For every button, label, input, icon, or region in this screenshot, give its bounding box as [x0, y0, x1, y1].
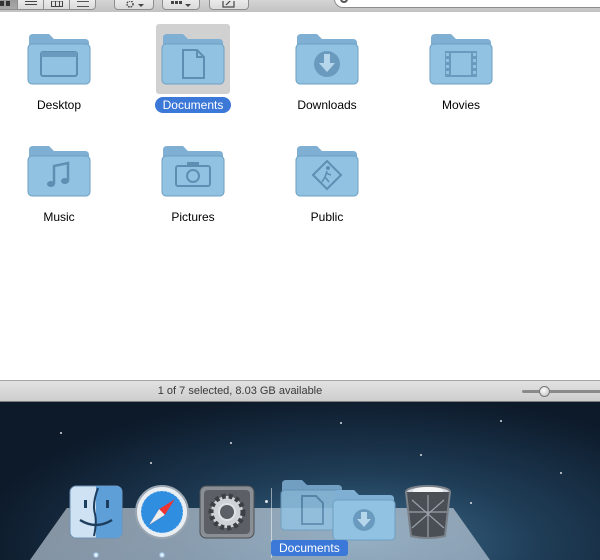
arrange-menu-button[interactable] — [162, 0, 200, 10]
dock-item-tooltip: Documents — [271, 540, 348, 556]
system-preferences-icon — [199, 485, 255, 539]
documents-stack-icon — [280, 480, 396, 541]
pictures-folder-icon — [161, 146, 225, 197]
file-item-downloads[interactable]: Downloads — [272, 24, 382, 114]
coverflow-view-icon — [76, 1, 89, 7]
file-icon-view: Desktop Documents Downloads Movies Music… — [0, 12, 600, 380]
dock-item-documents-stack[interactable] — [280, 476, 398, 547]
finder-running-indicator — [93, 552, 99, 558]
status-text: 1 of 7 selected, 8.03 GB available — [157, 385, 323, 397]
file-item-desktop[interactable]: Desktop — [4, 24, 114, 114]
share-icon — [222, 1, 235, 8]
safari-icon — [135, 485, 189, 539]
dock-item-finder[interactable] — [68, 484, 124, 545]
file-item-music[interactable]: Music — [4, 136, 114, 226]
status-bar: 1 of 7 selected, 8.03 GB available — [0, 380, 600, 402]
desktop-background: Documents — [0, 402, 600, 560]
file-item-public[interactable]: Public — [272, 136, 382, 226]
view-mode-segmented-control — [0, 0, 96, 10]
finder-icon — [69, 485, 123, 539]
file-item-label: Public — [310, 210, 344, 224]
column-view-button[interactable] — [44, 0, 70, 10]
dock-item-safari[interactable] — [134, 484, 190, 545]
file-item-label: Pictures — [171, 210, 215, 224]
icon-size-slider[interactable] — [522, 386, 600, 397]
dock-item-system-preferences[interactable] — [198, 484, 256, 545]
desktop-folder-icon — [27, 34, 91, 85]
public-folder-icon — [295, 146, 359, 197]
list-view-icon — [24, 1, 37, 5]
file-item-movies[interactable]: Movies — [406, 24, 516, 114]
column-view-icon — [50, 1, 63, 7]
file-item-documents[interactable]: Documents — [138, 24, 248, 114]
movies-folder-icon — [429, 34, 493, 85]
downloads-folder-icon — [295, 34, 359, 85]
file-item-label: Movies — [441, 98, 480, 112]
grid-icon — [171, 1, 191, 7]
file-item-label: Documents — [154, 97, 232, 113]
music-folder-icon — [27, 146, 91, 197]
safari-running-indicator — [159, 552, 165, 558]
icon-view-icon — [0, 1, 10, 6]
search-icon — [340, 0, 348, 3]
file-item-label: Music — [43, 210, 75, 224]
documents-folder-icon — [161, 34, 225, 85]
gear-icon — [126, 1, 144, 8]
list-view-button[interactable] — [18, 0, 44, 10]
icon-size-slider-knob[interactable] — [539, 386, 550, 397]
file-item-pictures[interactable]: Pictures — [138, 136, 248, 226]
file-item-label: Desktop — [36, 98, 82, 112]
share-button[interactable] — [209, 0, 249, 10]
action-menu-button[interactable] — [114, 0, 154, 10]
search-field[interactable] — [334, 0, 600, 8]
selection-highlight — [156, 24, 230, 94]
dock-item-trash[interactable] — [402, 482, 454, 545]
trash-icon — [405, 485, 451, 539]
coverflow-view-button[interactable] — [70, 0, 96, 10]
file-item-label: Downloads — [297, 98, 357, 112]
icon-view-button[interactable] — [0, 0, 18, 10]
